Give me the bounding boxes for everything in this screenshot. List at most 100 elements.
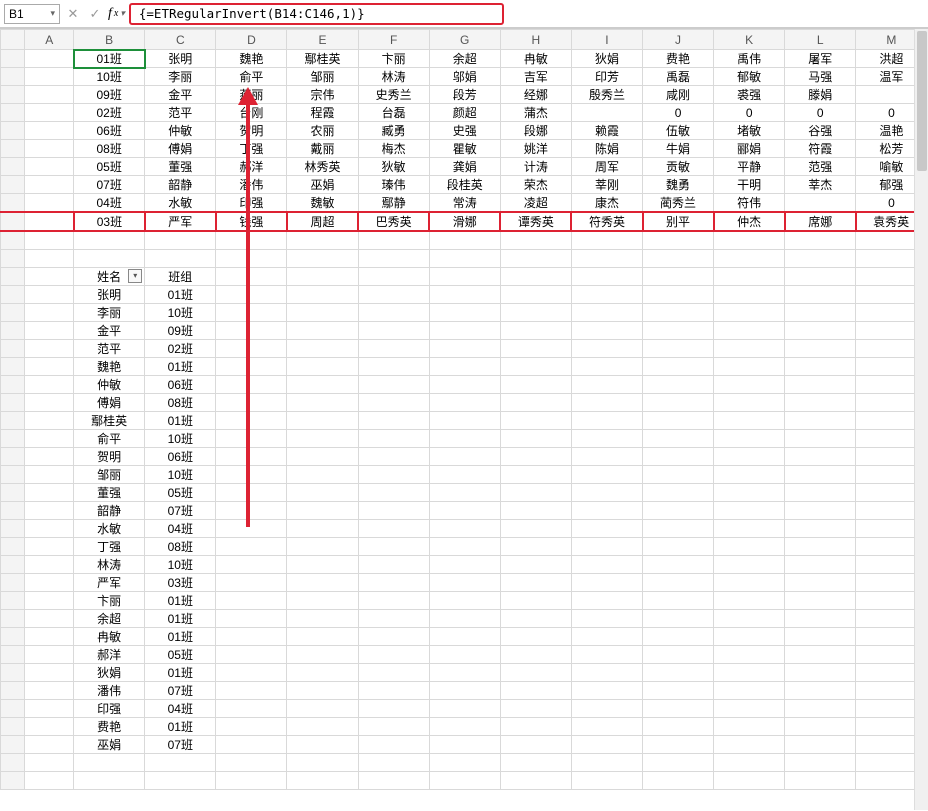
cell[interactable]: 农丽 xyxy=(287,122,358,140)
cell[interactable] xyxy=(571,573,642,591)
cell[interactable] xyxy=(25,122,74,140)
cell[interactable] xyxy=(785,194,856,213)
cell[interactable]: 07班 xyxy=(145,681,216,699)
cell[interactable] xyxy=(358,717,429,735)
cell[interactable] xyxy=(358,555,429,573)
cell[interactable] xyxy=(785,771,856,789)
cell[interactable] xyxy=(429,537,500,555)
cell[interactable] xyxy=(571,717,642,735)
cell[interactable]: 仲敏 xyxy=(145,122,216,140)
cell[interactable] xyxy=(216,519,287,537)
cell[interactable] xyxy=(500,357,571,375)
cell[interactable]: 0 xyxy=(785,104,856,122)
row-header[interactable] xyxy=(1,555,25,573)
cell[interactable] xyxy=(429,249,500,267)
cell[interactable]: 03班 xyxy=(145,573,216,591)
cell[interactable]: 莘杰 xyxy=(785,176,856,194)
cell[interactable] xyxy=(714,663,785,681)
cell[interactable] xyxy=(785,483,856,501)
cell[interactable]: 张明 xyxy=(145,50,216,68)
cell[interactable]: 04班 xyxy=(145,699,216,717)
row-header[interactable] xyxy=(1,645,25,663)
cell[interactable] xyxy=(429,663,500,681)
cell[interactable]: 荣杰 xyxy=(500,176,571,194)
cell[interactable] xyxy=(216,627,287,645)
cell[interactable]: 屠军 xyxy=(785,50,856,68)
cell[interactable] xyxy=(785,375,856,393)
cell[interactable] xyxy=(429,573,500,591)
row-header[interactable] xyxy=(1,609,25,627)
cell[interactable]: 06班 xyxy=(145,447,216,465)
cell[interactable] xyxy=(358,519,429,537)
cell[interactable]: 丁强 xyxy=(74,537,145,555)
cell[interactable] xyxy=(25,285,74,303)
cancel-icon[interactable]: ✕ xyxy=(64,4,82,24)
cell[interactable] xyxy=(500,627,571,645)
cell[interactable] xyxy=(785,411,856,429)
column-header[interactable]: H xyxy=(500,30,571,50)
cell[interactable]: 班组 xyxy=(145,267,216,285)
cell[interactable]: 费艳 xyxy=(74,717,145,735)
cell[interactable]: 01班 xyxy=(145,717,216,735)
cell[interactable] xyxy=(287,249,358,267)
cell[interactable] xyxy=(145,753,216,771)
cell[interactable]: 水敏 xyxy=(74,519,145,537)
cell[interactable] xyxy=(643,483,714,501)
cell[interactable] xyxy=(571,663,642,681)
cell[interactable] xyxy=(500,447,571,465)
cell[interactable]: 印强 xyxy=(74,699,145,717)
row-header[interactable] xyxy=(1,122,25,140)
cell[interactable]: 俞平 xyxy=(74,429,145,447)
cell[interactable]: 0 xyxy=(643,104,714,122)
cell[interactable] xyxy=(216,429,287,447)
cell[interactable]: 范平 xyxy=(74,339,145,357)
cell[interactable] xyxy=(500,573,571,591)
cell[interactable] xyxy=(429,681,500,699)
cell[interactable] xyxy=(25,699,74,717)
cell[interactable]: 09班 xyxy=(74,86,145,104)
cell[interactable] xyxy=(500,321,571,339)
cell[interactable]: 印芳 xyxy=(571,68,642,86)
cell[interactable]: 魏艳 xyxy=(74,357,145,375)
formula-input[interactable] xyxy=(137,5,496,22)
row-header[interactable] xyxy=(1,447,25,465)
cell[interactable] xyxy=(287,627,358,645)
cell[interactable] xyxy=(429,285,500,303)
cell[interactable] xyxy=(714,267,785,285)
cell[interactable] xyxy=(500,753,571,771)
cell[interactable]: 09班 xyxy=(145,321,216,339)
cell[interactable] xyxy=(785,609,856,627)
cell[interactable]: 张明 xyxy=(74,285,145,303)
cell[interactable] xyxy=(643,393,714,411)
cell[interactable] xyxy=(429,447,500,465)
cell[interactable] xyxy=(714,681,785,699)
cell[interactable] xyxy=(358,393,429,411)
cell[interactable] xyxy=(785,555,856,573)
cell[interactable] xyxy=(216,735,287,753)
cell[interactable] xyxy=(643,771,714,789)
cell[interactable] xyxy=(216,555,287,573)
cell[interactable] xyxy=(429,231,500,249)
cell[interactable] xyxy=(25,609,74,627)
cell[interactable]: 魏艳 xyxy=(216,50,287,68)
cell[interactable] xyxy=(643,699,714,717)
cell[interactable] xyxy=(643,753,714,771)
cell[interactable]: 范强 xyxy=(785,158,856,176)
row-header[interactable] xyxy=(1,501,25,519)
cell[interactable] xyxy=(25,771,74,789)
cell[interactable]: 巫娟 xyxy=(74,735,145,753)
cell[interactable] xyxy=(287,447,358,465)
cell[interactable]: 卞丽 xyxy=(74,591,145,609)
cell[interactable]: 余超 xyxy=(429,50,500,68)
cell[interactable] xyxy=(25,140,74,158)
cell[interactable]: 林涛 xyxy=(358,68,429,86)
cell[interactable] xyxy=(500,465,571,483)
scrollbar-thumb[interactable] xyxy=(917,31,927,171)
cell[interactable]: 05班 xyxy=(145,645,216,663)
column-header[interactable]: F xyxy=(358,30,429,50)
cell[interactable]: 严军 xyxy=(74,573,145,591)
grid-table[interactable]: ABCDEFGHIJKLM 01班张明魏艳鄢桂英卞丽余超冉敏狄娟费艳禹伟屠军洪超… xyxy=(0,29,928,790)
cell[interactable] xyxy=(643,519,714,537)
cell[interactable]: 郝洋 xyxy=(74,645,145,663)
cell[interactable]: 程霞 xyxy=(287,104,358,122)
